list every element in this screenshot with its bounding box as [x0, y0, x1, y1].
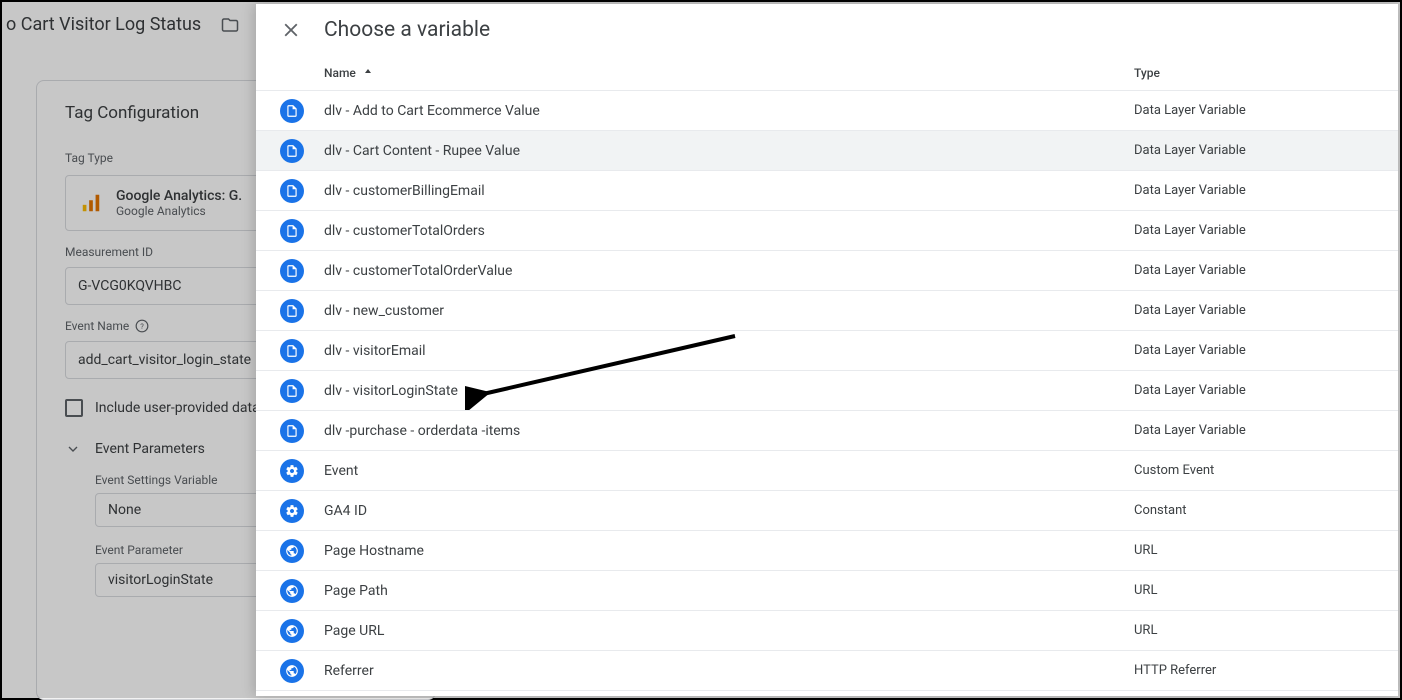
google-analytics-icon — [80, 192, 102, 214]
variable-row[interactable]: dlv - customerTotalOrdersData Layer Vari… — [256, 211, 1398, 251]
tag-type-name: Google Analytics: G. — [116, 188, 242, 204]
tag-type-sub: Google Analytics — [116, 204, 242, 218]
variable-row[interactable]: dlv - visitorEmailData Layer Variable — [256, 331, 1398, 371]
close-icon[interactable] — [280, 19, 302, 41]
variable-name: Page Hostname — [324, 543, 1134, 559]
page-icon — [280, 99, 304, 123]
globe-icon — [280, 539, 304, 563]
variable-row[interactable]: dlv - customerBillingEmailData Layer Var… — [256, 171, 1398, 211]
variable-row[interactable]: dlv - visitorLoginStateData Layer Variab… — [256, 371, 1398, 411]
globe-icon — [280, 659, 304, 683]
variable-row[interactable]: Page URLURL — [256, 611, 1398, 651]
variable-type: URL — [1134, 583, 1374, 598]
page-icon — [280, 219, 304, 243]
variable-type: Data Layer Variable — [1134, 303, 1374, 318]
variable-row[interactable]: dlv - customerTotalOrderValueData Layer … — [256, 251, 1398, 291]
variable-type: Data Layer Variable — [1134, 223, 1374, 238]
variable-row[interactable]: dlv - Add to Cart Ecommerce ValueData La… — [256, 91, 1398, 131]
variable-name: dlv - customerTotalOrders — [324, 223, 1134, 239]
variable-name: dlv - visitorLoginState — [324, 383, 1134, 399]
sort-asc-icon — [362, 67, 374, 79]
gear-icon — [280, 499, 304, 523]
variable-type: Data Layer Variable — [1134, 103, 1374, 118]
variable-name: dlv - visitorEmail — [324, 343, 1134, 359]
event-parameters-title: Event Parameters — [95, 441, 205, 457]
variable-row[interactable]: EventCustom Event — [256, 451, 1398, 491]
variable-row[interactable]: dlv - Cart Content - Rupee ValueData Lay… — [256, 131, 1398, 171]
variable-name: dlv -purchase - orderdata -items — [324, 423, 1134, 439]
variable-name: dlv - customerBillingEmail — [324, 183, 1134, 199]
variable-type: Data Layer Variable — [1134, 423, 1374, 438]
variable-name: dlv - new_customer — [324, 303, 1134, 319]
variable-type: URL — [1134, 543, 1374, 558]
event-name-label: Event Name — [65, 319, 129, 333]
variable-type: Data Layer Variable — [1134, 143, 1374, 158]
variable-row[interactable]: ReferrerHTTP Referrer — [256, 651, 1398, 691]
variable-name: Referrer — [324, 663, 1134, 679]
variable-type: HTTP Referrer — [1134, 663, 1374, 678]
svg-text:?: ? — [140, 322, 144, 331]
gear-icon — [280, 459, 304, 483]
globe-icon — [280, 619, 304, 643]
page-icon — [280, 259, 304, 283]
column-name-header[interactable]: Name — [324, 66, 1134, 80]
variable-row[interactable]: GA4 IDConstant — [256, 491, 1398, 531]
page-icon — [280, 379, 304, 403]
include-upd-label: Include user-provided data — [95, 400, 260, 416]
variable-row[interactable]: Page HostnameURL — [256, 531, 1398, 571]
variable-type: Custom Event — [1134, 463, 1374, 478]
variable-type: Data Layer Variable — [1134, 383, 1374, 398]
variable-row[interactable]: dlv - new_customerData Layer Variable — [256, 291, 1398, 331]
help-icon[interactable]: ? — [135, 319, 149, 333]
chevron-down-icon — [65, 441, 81, 457]
variable-type: Data Layer Variable — [1134, 343, 1374, 358]
variable-name: Page Path — [324, 583, 1134, 599]
page-icon — [280, 419, 304, 443]
include-upd-checkbox[interactable] — [65, 399, 83, 417]
folder-icon — [219, 16, 241, 34]
page-title: o Cart Visitor Log Status — [2, 14, 201, 35]
modal-title: Choose a variable — [324, 18, 490, 42]
variable-name: dlv - customerTotalOrderValue — [324, 263, 1134, 279]
page-icon — [280, 299, 304, 323]
variable-name: dlv - Add to Cart Ecommerce Value — [324, 103, 1134, 119]
variable-table-header: Name Type — [256, 52, 1398, 91]
variable-name: Page URL — [324, 623, 1134, 639]
page-icon — [280, 179, 304, 203]
variable-name: GA4 ID — [324, 503, 1134, 519]
variable-rows: dlv - Add to Cart Ecommerce ValueData La… — [256, 91, 1398, 691]
page-icon — [280, 339, 304, 363]
variable-type: Data Layer Variable — [1134, 183, 1374, 198]
variable-name: Event — [324, 463, 1134, 479]
variable-type: URL — [1134, 623, 1374, 638]
column-type-header[interactable]: Type — [1134, 66, 1374, 80]
choose-variable-modal: Choose a variable Name Type dlv - Add to… — [256, 4, 1398, 696]
page-icon — [280, 139, 304, 163]
globe-icon — [280, 579, 304, 603]
variable-row[interactable]: dlv -purchase - orderdata -itemsData Lay… — [256, 411, 1398, 451]
variable-type: Data Layer Variable — [1134, 263, 1374, 278]
variable-name: dlv - Cart Content - Rupee Value — [324, 143, 1134, 159]
variable-type: Constant — [1134, 503, 1374, 518]
variable-row[interactable]: Page PathURL — [256, 571, 1398, 611]
